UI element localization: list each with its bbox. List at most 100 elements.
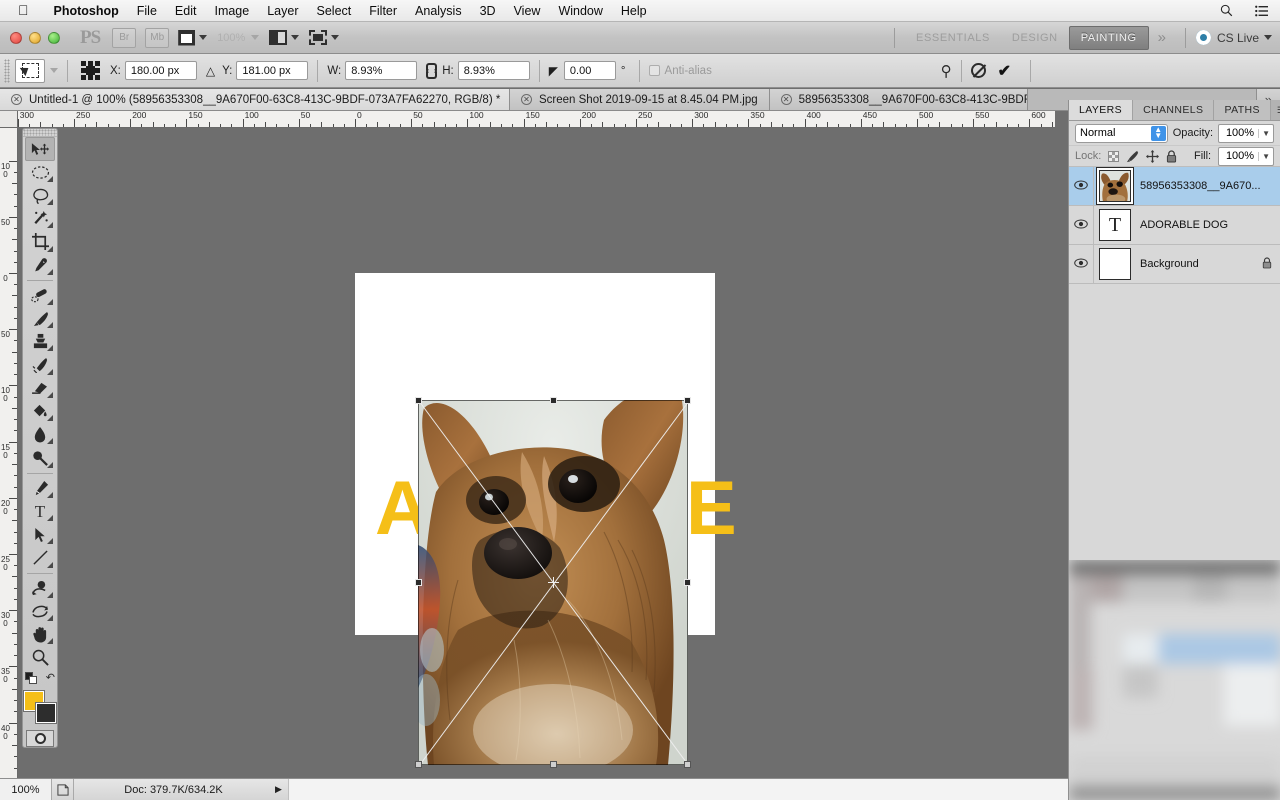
blur-tool[interactable]	[25, 423, 55, 446]
bridge-button[interactable]: Br	[112, 27, 137, 48]
menu-item-photoshop[interactable]: Photoshop	[45, 0, 128, 22]
hand-tool[interactable]	[25, 623, 55, 646]
close-icon[interactable]: ✕	[780, 94, 792, 105]
tool-expand-icon[interactable]	[47, 199, 53, 206]
lock-transparent-pixels-icon[interactable]	[1108, 150, 1120, 162]
crop-tool[interactable]	[25, 230, 55, 253]
x-input[interactable]: 180.00 px	[124, 61, 197, 80]
warp-mode-icon[interactable]: ⚲	[941, 62, 952, 80]
cs-live-menu[interactable]: CS Live	[1195, 30, 1280, 45]
tool-expand-icon[interactable]	[47, 415, 53, 422]
y-input[interactable]: 181.00 px	[236, 61, 309, 80]
pen-tool[interactable]	[25, 477, 55, 500]
angle-input[interactable]: 0.00	[563, 61, 616, 80]
minimize-button[interactable]	[29, 31, 41, 44]
brush-tool[interactable]	[25, 307, 55, 330]
default-colors-icon[interactable]	[25, 671, 37, 684]
dodge-tool[interactable]	[25, 446, 55, 469]
layer-name[interactable]: ADORABLE DOG	[1140, 219, 1272, 231]
move-tool[interactable]	[25, 137, 55, 161]
layer-row-image[interactable]: 58956353308__9A670...	[1069, 167, 1280, 206]
fill-input[interactable]: 100% ▼	[1218, 146, 1274, 166]
tool-expand-icon[interactable]	[47, 438, 53, 445]
layer-name[interactable]: Background	[1140, 258, 1256, 270]
tool-expand-icon[interactable]	[47, 561, 53, 568]
tool-expand-icon[interactable]	[47, 391, 53, 398]
cancel-transform-icon[interactable]	[970, 63, 986, 78]
options-bar-grip[interactable]	[4, 58, 10, 83]
tool-expand-icon[interactable]	[47, 614, 53, 621]
ref-point[interactable]	[88, 61, 93, 66]
close-icon[interactable]: ✕	[521, 94, 532, 105]
antialias-toggle[interactable]: Anti-alias	[648, 65, 712, 77]
transform-handle-bottom-center[interactable]	[549, 761, 557, 768]
transform-handle-top-right[interactable]	[684, 397, 691, 404]
list-icon[interactable]	[1244, 5, 1280, 17]
mini-bridge-button[interactable]: Mb	[145, 27, 170, 48]
path-selection-tool[interactable]	[25, 523, 55, 546]
status-preview-icon[interactable]	[52, 779, 74, 800]
orbit-3d-tool[interactable]	[25, 600, 55, 623]
search-icon[interactable]	[1209, 4, 1244, 17]
workspace-overflow-icon[interactable]: »	[1149, 29, 1175, 46]
eraser-tool[interactable]	[25, 377, 55, 400]
layers-empty-space[interactable]	[1069, 284, 1280, 568]
menu-item-view[interactable]: View	[505, 0, 550, 22]
swap-colors-icon[interactable]: ↶	[46, 671, 55, 684]
current-tool-preset[interactable]	[15, 58, 45, 83]
close-button[interactable]	[10, 31, 22, 44]
tab-paths[interactable]: PATHS	[1214, 100, 1271, 120]
tools-palette-grip[interactable]	[23, 129, 57, 138]
antialias-checkbox[interactable]	[648, 65, 660, 76]
tool-expand-icon[interactable]	[47, 268, 53, 275]
menu-item-filter[interactable]: Filter	[360, 0, 406, 22]
transform-handle-top-center[interactable]	[549, 397, 557, 404]
close-icon[interactable]: ✕	[11, 94, 22, 105]
chevron-down-icon[interactable]	[50, 68, 58, 73]
screen-mode-menu[interactable]	[309, 30, 340, 45]
lasso-tool[interactable]	[25, 184, 55, 207]
tool-expand-icon[interactable]	[47, 345, 53, 352]
layer-row-background[interactable]: Background	[1069, 245, 1280, 284]
tool-expand-icon[interactable]	[47, 638, 53, 645]
healing-brush-tool[interactable]	[25, 284, 55, 307]
menu-item-3d[interactable]: 3D	[471, 0, 505, 22]
view-extras-menu[interactable]	[178, 29, 208, 46]
menu-item-edit[interactable]: Edit	[166, 0, 206, 22]
tool-expand-icon[interactable]	[47, 222, 53, 229]
workspace-essentials[interactable]: ESSENTIALS	[905, 27, 1001, 49]
blend-mode-dropdown[interactable]: Normal ▲ ▼	[1075, 123, 1168, 143]
ref-point[interactable]	[81, 61, 86, 66]
tool-expand-icon[interactable]	[47, 175, 53, 182]
reference-point-selector[interactable]	[81, 61, 100, 80]
magic-wand-tool[interactable]	[25, 207, 55, 230]
line-tool[interactable]	[25, 546, 55, 569]
transform-handle-middle-left[interactable]	[415, 579, 422, 586]
ref-point-center[interactable]	[86, 66, 95, 75]
transform-handle-bottom-right[interactable]	[684, 761, 691, 768]
transform-reference-point[interactable]	[547, 577, 559, 588]
layer-visibility-toggle[interactable]	[1069, 245, 1094, 283]
link-aspect-ratio-icon[interactable]	[424, 62, 438, 79]
tool-expand-icon[interactable]	[47, 591, 53, 598]
chevron-down-icon[interactable]: ▼	[1258, 151, 1270, 161]
ref-point[interactable]	[81, 68, 86, 73]
arrange-documents-menu[interactable]	[269, 30, 300, 45]
ref-point[interactable]	[95, 68, 100, 73]
layer-thumbnail-text[interactable]: T	[1099, 209, 1131, 241]
rotate-3d-tool[interactable]	[25, 576, 55, 599]
vertical-ruler[interactable]: 10050050100150200250300350400450	[0, 128, 18, 778]
ref-point[interactable]	[81, 75, 86, 80]
lock-all-icon[interactable]	[1166, 149, 1177, 163]
tool-expand-icon[interactable]	[47, 491, 53, 498]
menu-item-window[interactable]: Window	[549, 0, 611, 22]
status-expand-icon[interactable]: ▶	[269, 784, 288, 795]
quick-mask-toggle[interactable]	[26, 729, 54, 747]
menu-item-layer[interactable]: Layer	[258, 0, 307, 22]
document-tab-image[interactable]: ✕ 58956353308__9A670F00-63C8-413C-9BDF	[769, 89, 1028, 110]
menu-item-select[interactable]: Select	[308, 0, 361, 22]
type-tool[interactable]: T	[25, 500, 55, 523]
menu-item-image[interactable]: Image	[205, 0, 258, 22]
workspace-design[interactable]: DESIGN	[1001, 27, 1069, 49]
transform-handle-middle-right[interactable]	[684, 579, 691, 586]
